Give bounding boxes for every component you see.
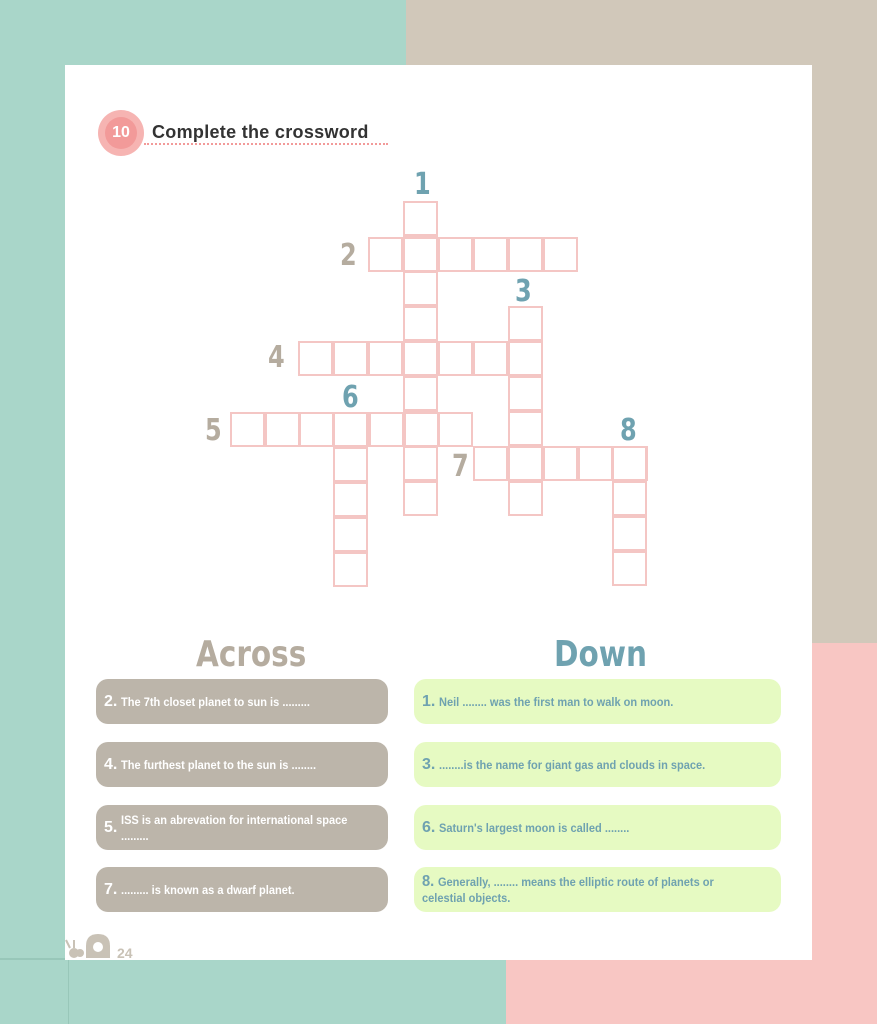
crossword-cell[interactable] bbox=[403, 376, 438, 411]
across-clue-7: 7. ......... is known as a dwarf planet. bbox=[96, 867, 388, 912]
clue-number: 2. bbox=[104, 692, 118, 710]
clue-text: Neil ........ was the first man to walk … bbox=[439, 694, 674, 709]
clue-text: ISS is an abrevation for international s… bbox=[121, 812, 348, 843]
clue-text: The 7th closet planet to sun is ........… bbox=[121, 694, 311, 709]
crossword-cell[interactable] bbox=[473, 341, 508, 376]
clue-text-wrap: 8. Generally, ........ means the elliptic… bbox=[422, 872, 745, 906]
crossword-cell[interactable] bbox=[333, 412, 368, 447]
crossword-cell[interactable] bbox=[508, 237, 543, 272]
clue-text: ........is the name for giant gas and cl… bbox=[439, 757, 706, 772]
crossword-cell[interactable] bbox=[508, 411, 543, 446]
crossword-cell[interactable] bbox=[403, 446, 438, 481]
crossword-cell[interactable] bbox=[333, 341, 368, 376]
exercise-title: Complete the crossword bbox=[152, 122, 369, 142]
grid-number-8: 8 bbox=[620, 413, 637, 448]
exercise-number: 10 bbox=[105, 117, 137, 149]
down-clue-1: 1. Neil ........ was the first man to wa… bbox=[414, 679, 781, 724]
crossword-cell[interactable] bbox=[368, 237, 403, 272]
grid-number-1: 1 bbox=[414, 167, 431, 202]
crossword-cell[interactable] bbox=[333, 447, 368, 482]
grid-number-3: 3 bbox=[515, 274, 532, 309]
clue-text: Saturn's largest moon is called ........ bbox=[439, 820, 630, 835]
crossword-cell[interactable] bbox=[438, 237, 473, 272]
crossword-cell[interactable] bbox=[368, 412, 404, 447]
crossword-cell[interactable] bbox=[612, 516, 647, 551]
crossword-cell[interactable] bbox=[612, 481, 647, 516]
clue-number: 5. bbox=[104, 818, 118, 836]
clue-text: ......... is known as a dwarf planet. bbox=[121, 882, 295, 897]
crossword-cell[interactable] bbox=[333, 552, 368, 587]
across-heading: Across bbox=[196, 634, 307, 675]
crossword-cell[interactable] bbox=[438, 341, 473, 376]
clue-text: The furthest planet to the sun is ......… bbox=[121, 757, 317, 772]
mascot-icon bbox=[65, 934, 110, 958]
crossword-cell[interactable] bbox=[403, 481, 438, 516]
background-teal-strip bbox=[0, 960, 506, 1024]
decorative-vertical-line bbox=[68, 958, 69, 1024]
grid-number-6: 6 bbox=[342, 380, 359, 415]
crossword-cell[interactable] bbox=[438, 412, 474, 447]
crossword-cell[interactable] bbox=[368, 341, 403, 376]
crossword-cell[interactable] bbox=[403, 341, 438, 376]
crossword-cell[interactable] bbox=[264, 412, 300, 447]
across-clue-2: 2. The 7th closet planet to sun is .....… bbox=[96, 679, 388, 724]
crossword-cell[interactable] bbox=[543, 446, 578, 481]
clue-number: 6. bbox=[422, 818, 436, 836]
crossword-cell[interactable] bbox=[612, 446, 647, 481]
background-pink-strip bbox=[506, 960, 877, 1024]
clue-number: 3. bbox=[422, 755, 436, 773]
crossword-cell[interactable] bbox=[230, 412, 265, 447]
down-clue-8: 8. Generally, ........ means the elliptic… bbox=[414, 867, 781, 912]
crossword-cell[interactable] bbox=[508, 376, 543, 411]
crossword-cell[interactable] bbox=[403, 237, 438, 272]
across-clue-4: 4. The furthest planet to the sun is ...… bbox=[96, 742, 388, 787]
crossword-cell[interactable] bbox=[403, 271, 438, 306]
clue-number: 1. bbox=[422, 692, 436, 710]
clue-number: 8. bbox=[422, 872, 435, 890]
exercise-number-badge: 10 bbox=[98, 110, 144, 156]
crossword-cell[interactable] bbox=[508, 306, 543, 341]
clue-number: 7. bbox=[104, 880, 118, 898]
crossword-cell[interactable] bbox=[298, 341, 333, 376]
crossword-cell[interactable] bbox=[299, 412, 335, 447]
crossword-cell[interactable] bbox=[612, 551, 647, 586]
title-dotted-underline bbox=[144, 143, 388, 145]
across-clue-5: 5. ISS is an abrevation for internationa… bbox=[96, 805, 388, 850]
crossword-cell[interactable] bbox=[333, 517, 368, 552]
crossword-cell[interactable] bbox=[333, 482, 368, 517]
grid-number-7: 7 bbox=[452, 449, 469, 484]
crossword-cell[interactable] bbox=[403, 412, 439, 447]
background-pink-panel bbox=[812, 643, 877, 960]
crossword-cell[interactable] bbox=[578, 446, 613, 481]
grid-number-4: 4 bbox=[268, 340, 285, 375]
crossword-cell[interactable] bbox=[403, 201, 438, 236]
down-clue-3: 3. ........is the name for giant gas and… bbox=[414, 742, 781, 787]
crossword-cell[interactable] bbox=[473, 237, 508, 272]
crossword-cell[interactable] bbox=[543, 237, 578, 272]
page-number: 24 bbox=[117, 945, 133, 961]
down-clue-6: 6. Saturn's largest moon is called .....… bbox=[414, 805, 781, 850]
decorative-line bbox=[0, 958, 70, 960]
crossword-cell[interactable] bbox=[473, 446, 508, 481]
grid-number-5: 5 bbox=[205, 413, 222, 448]
crossword-cell[interactable] bbox=[508, 446, 543, 481]
crossword-cell[interactable] bbox=[403, 306, 438, 341]
clue-number: 4. bbox=[104, 755, 118, 773]
crossword-cell[interactable] bbox=[508, 481, 543, 516]
grid-number-2: 2 bbox=[340, 238, 357, 273]
down-heading: Down bbox=[554, 634, 648, 675]
clue-text: Generally, ........ means the elliptic r… bbox=[422, 874, 714, 905]
crossword-cell[interactable] bbox=[508, 341, 543, 376]
